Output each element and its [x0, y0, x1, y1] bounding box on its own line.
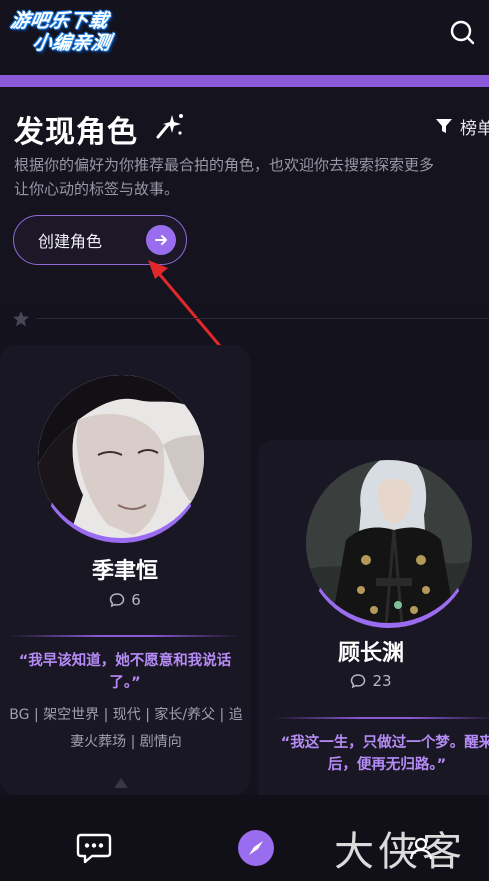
section-divider [36, 318, 489, 319]
create-character-label: 创建角色 [38, 232, 103, 251]
watermark-text: 大侠客 [334, 829, 466, 875]
chat-count: 6 [0, 591, 250, 609]
character-quote: “我这一生，只做过一个梦。醒来后，便再无归路。” [280, 735, 489, 773]
chat-count-value: 23 [372, 672, 392, 690]
avatar-ring [36, 373, 206, 543]
character-card-2[interactable]: 顾长渊 23 “我这一生，只做过一个梦。醒来后，便再无归路。” [258, 440, 489, 820]
character-name: 顾长渊 [337, 641, 404, 666]
filter-icon [436, 119, 452, 133]
logo-line-2: 小编亲测 [30, 32, 113, 54]
sparkle-icon [154, 111, 186, 141]
card-divider [8, 635, 240, 637]
character-card-1[interactable]: 季聿恒 6 “我早该知道，她不愿意和我说话了。” BG | 架空世界 | 现代 … [0, 345, 250, 795]
triangle-up-icon [114, 778, 128, 788]
avatar-ring [304, 458, 474, 628]
card-divider [274, 717, 489, 719]
chat-count-value: 6 [131, 591, 141, 609]
top-bar: 游吧乐下载 小编亲测 [0, 0, 489, 62]
page-title: 发现角色 [14, 115, 138, 150]
rank-label: 榜单 [460, 118, 489, 139]
discover-compass-icon[interactable] [238, 830, 274, 866]
character-quote: “我早该知道，她不愿意和我说话了。” [18, 653, 232, 691]
logo-line-1: 游吧乐下载 [8, 10, 111, 32]
watermark-logo: 游吧乐下载 小编亲测 [3, 10, 152, 62]
star-icon [13, 311, 29, 327]
messages-icon[interactable] [76, 832, 112, 864]
search-icon[interactable] [447, 17, 477, 47]
accent-bar [0, 75, 489, 87]
rank-button[interactable]: 榜单 [434, 115, 489, 139]
page-subtitle: 根据你的偏好为你推荐最合拍的角色，也欢迎你去搜索探索更多让你心动的标签与故事。 [14, 156, 435, 198]
chat-count: 23 [258, 672, 484, 690]
character-tags: BG | 架空世界 | 现代 | 家长/养父 | 追妻火葬场 | 剧情向 [9, 707, 243, 750]
character-name: 季聿恒 [91, 559, 158, 584]
chat-bubble-icon [109, 593, 125, 608]
chat-bubble-icon [351, 674, 366, 689]
